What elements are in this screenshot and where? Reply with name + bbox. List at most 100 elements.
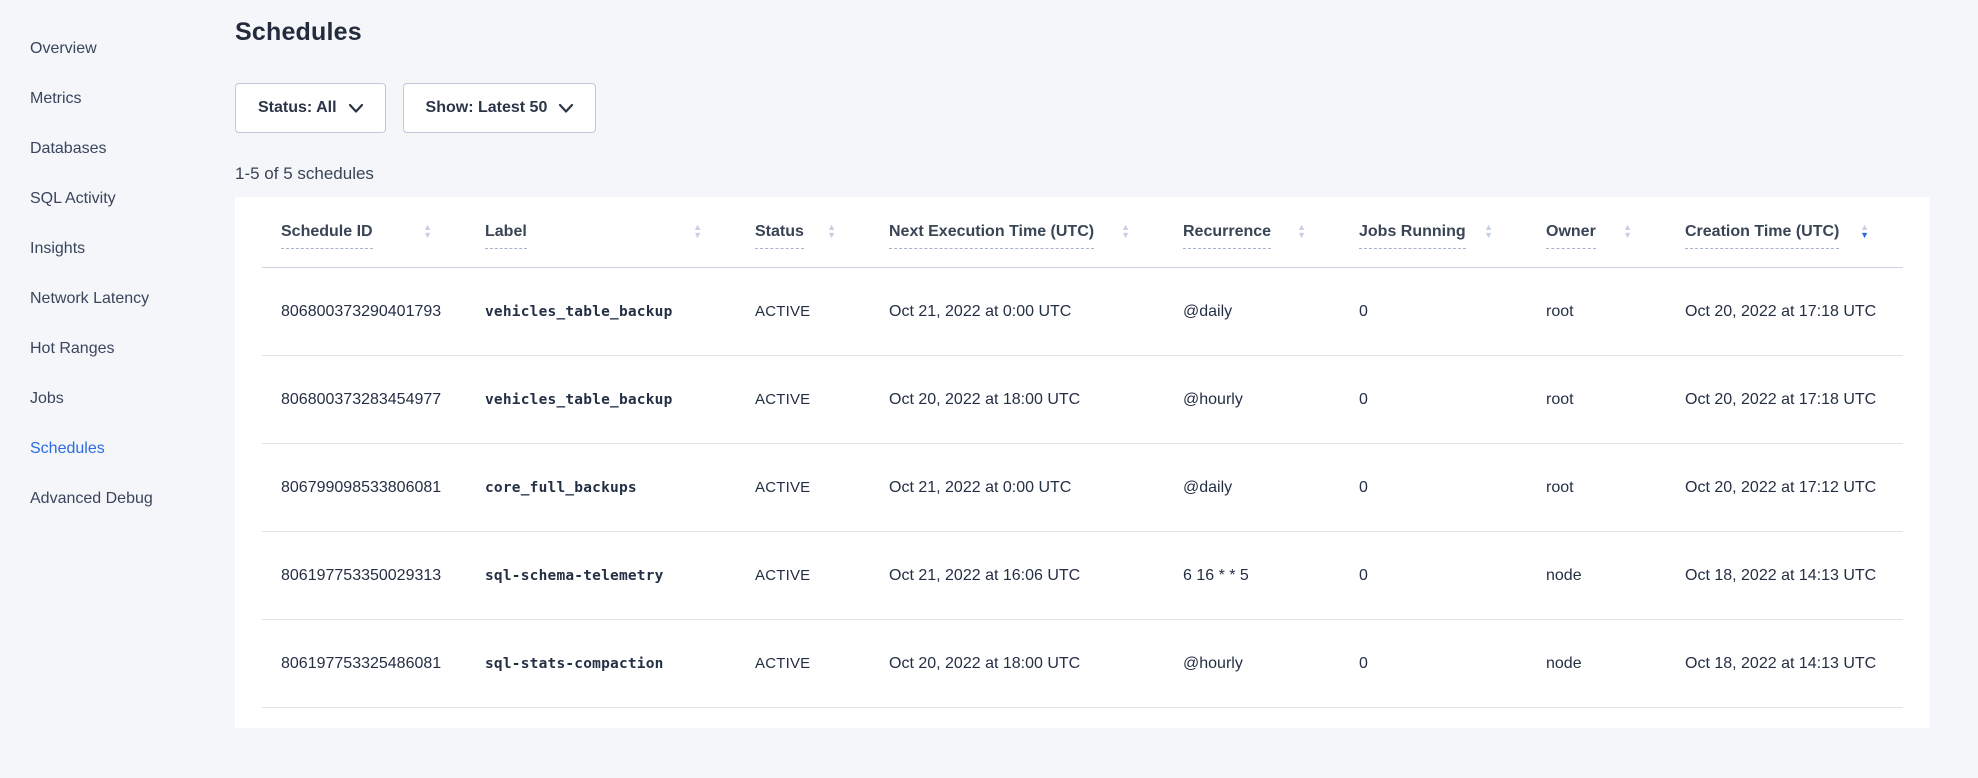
cell-owner: root (1527, 479, 1666, 497)
sidebar-item-sql-activity[interactable]: SQL Activity (30, 174, 215, 224)
sort-desc-icon: ▼ (1121, 232, 1130, 240)
cell-owner: node (1527, 567, 1666, 585)
column-header-status[interactable]: Status ▲▼ (736, 197, 870, 267)
sidebar-nav: OverviewMetricsDatabasesSQL ActivityInsi… (0, 0, 215, 778)
sidebar-item-network-latency[interactable]: Network Latency (30, 274, 215, 324)
sort-icon[interactable]: ▲▼ (1121, 224, 1130, 240)
cell-schedule-id: 806197753350029313 (262, 567, 466, 585)
cell-status: ACTIVE (736, 303, 870, 320)
sidebar-item-insights[interactable]: Insights (30, 224, 215, 274)
column-header-label: Creation Time (UTC) (1685, 223, 1839, 249)
cell-recurrence: @daily (1164, 303, 1340, 321)
cell-status: ACTIVE (736, 479, 870, 496)
sort-icon[interactable]: ▲▼ (827, 224, 836, 240)
sort-desc-icon: ▼ (693, 232, 702, 240)
column-header-schedule-id[interactable]: Schedule ID ▲▼ (262, 197, 466, 267)
sidebar-item-schedules[interactable]: Schedules (30, 424, 215, 474)
sort-desc-icon: ▼ (1297, 232, 1306, 240)
schedules-page: Schedules Status: All Show: Latest 50 1-… (235, 18, 1930, 728)
table-body: 806800373290401793vehicles_table_backupA… (262, 268, 1903, 708)
sort-icon[interactable]: ▲▼ (1623, 224, 1632, 240)
table-row[interactable]: 806197753325486081sql-stats-compactionAC… (262, 620, 1903, 708)
status-filter-dropdown[interactable]: Status: All (235, 83, 386, 133)
sort-desc-icon: ▼ (1484, 232, 1493, 240)
cell-owner: root (1527, 303, 1666, 321)
sort-desc-icon: ▼ (423, 232, 432, 240)
column-header-label[interactable]: Label ▲▼ (466, 197, 736, 267)
table-row[interactable]: 806800373283454977vehicles_table_backupA… (262, 356, 1903, 444)
cell-next-execution: Oct 21, 2022 at 16:06 UTC (870, 567, 1164, 585)
show-filter-label: Show: Latest 50 (426, 99, 548, 117)
cell-status: ACTIVE (736, 391, 870, 408)
cell-next-execution: Oct 20, 2022 at 18:00 UTC (870, 655, 1164, 673)
cell-jobs-running: 0 (1340, 479, 1527, 497)
cell-owner: root (1527, 391, 1666, 409)
cell-owner: node (1527, 655, 1666, 673)
column-header-label: Status (755, 223, 804, 249)
cell-recurrence: @hourly (1164, 655, 1340, 673)
sidebar-item-overview[interactable]: Overview (30, 24, 215, 74)
status-filter-label: Status: All (258, 99, 337, 117)
cell-label: sql-stats-compaction (466, 656, 736, 672)
cell-recurrence: @daily (1164, 479, 1340, 497)
cell-jobs-running: 0 (1340, 303, 1527, 321)
cell-jobs-running: 0 (1340, 567, 1527, 585)
sidebar-item-hot-ranges[interactable]: Hot Ranges (30, 324, 215, 374)
cell-schedule-id: 806800373290401793 (262, 303, 466, 321)
table-row[interactable]: 806799098533806081core_full_backupsACTIV… (262, 444, 1903, 532)
cell-label: sql-schema-telemetry (466, 568, 736, 584)
sort-icon[interactable]: ▲▼ (1860, 224, 1869, 240)
column-header-next-execution-time-utc[interactable]: Next Execution Time (UTC) ▲▼ (870, 197, 1164, 267)
column-header-label: Owner (1546, 223, 1596, 249)
column-header-creation-time-utc[interactable]: Creation Time (UTC) ▲▼ (1666, 197, 1903, 267)
schedules-table-card: Schedule ID▲▼Label▲▼Status▲▼Next Executi… (235, 197, 1930, 728)
table-row[interactable]: 806197753350029313sql-schema-telemetryAC… (262, 532, 1903, 620)
filter-bar: Status: All Show: Latest 50 (235, 83, 1930, 133)
sidebar-item-advanced-debug[interactable]: Advanced Debug (30, 474, 215, 524)
column-header-owner[interactable]: Owner ▲▼ (1527, 197, 1666, 267)
sidebar-item-metrics[interactable]: Metrics (30, 74, 215, 124)
sort-icon[interactable]: ▲▼ (1484, 224, 1493, 240)
cell-creation-time: Oct 18, 2022 at 14:13 UTC (1666, 567, 1903, 585)
cell-creation-time: Oct 20, 2022 at 17:12 UTC (1666, 479, 1903, 497)
cell-schedule-id: 806800373283454977 (262, 391, 466, 409)
cell-next-execution: Oct 20, 2022 at 18:00 UTC (870, 391, 1164, 409)
results-count: 1-5 of 5 schedules (235, 164, 1930, 184)
column-header-jobs-running[interactable]: Jobs Running ▲▼ (1340, 197, 1527, 267)
cell-schedule-id: 806197753325486081 (262, 655, 466, 673)
chevron-down-icon (559, 104, 573, 113)
cell-status: ACTIVE (736, 567, 870, 584)
cell-label: core_full_backups (466, 480, 736, 496)
cell-next-execution: Oct 21, 2022 at 0:00 UTC (870, 303, 1164, 321)
cell-label: vehicles_table_backup (466, 304, 736, 320)
sidebar-item-databases[interactable]: Databases (30, 124, 215, 174)
column-header-label: Recurrence (1183, 223, 1271, 249)
sort-desc-icon: ▼ (1623, 232, 1632, 240)
chevron-down-icon (349, 104, 363, 113)
sort-icon[interactable]: ▲▼ (423, 224, 432, 240)
page-title: Schedules (235, 18, 1930, 47)
cell-recurrence: @hourly (1164, 391, 1340, 409)
cell-creation-time: Oct 18, 2022 at 14:13 UTC (1666, 655, 1903, 673)
column-header-label: Next Execution Time (UTC) (889, 223, 1094, 249)
cell-jobs-running: 0 (1340, 655, 1527, 673)
cell-status: ACTIVE (736, 655, 870, 672)
cell-creation-time: Oct 20, 2022 at 17:18 UTC (1666, 391, 1903, 409)
column-header-label: Schedule ID (281, 223, 373, 249)
cell-next-execution: Oct 21, 2022 at 0:00 UTC (870, 479, 1164, 497)
table-header-row: Schedule ID▲▼Label▲▼Status▲▼Next Executi… (262, 197, 1903, 268)
show-filter-dropdown[interactable]: Show: Latest 50 (403, 83, 597, 133)
cell-label: vehicles_table_backup (466, 392, 736, 408)
cell-creation-time: Oct 20, 2022 at 17:18 UTC (1666, 303, 1903, 321)
cell-recurrence: 6 16 * * 5 (1164, 567, 1340, 585)
column-header-recurrence[interactable]: Recurrence ▲▼ (1164, 197, 1340, 267)
sort-icon[interactable]: ▲▼ (693, 224, 702, 240)
column-header-label: Label (485, 223, 527, 249)
sort-desc-icon: ▼ (1860, 232, 1869, 240)
column-header-label: Jobs Running (1359, 223, 1466, 249)
cell-jobs-running: 0 (1340, 391, 1527, 409)
sort-desc-icon: ▼ (827, 232, 836, 240)
sidebar-item-jobs[interactable]: Jobs (30, 374, 215, 424)
sort-icon[interactable]: ▲▼ (1297, 224, 1306, 240)
table-row[interactable]: 806800373290401793vehicles_table_backupA… (262, 268, 1903, 356)
